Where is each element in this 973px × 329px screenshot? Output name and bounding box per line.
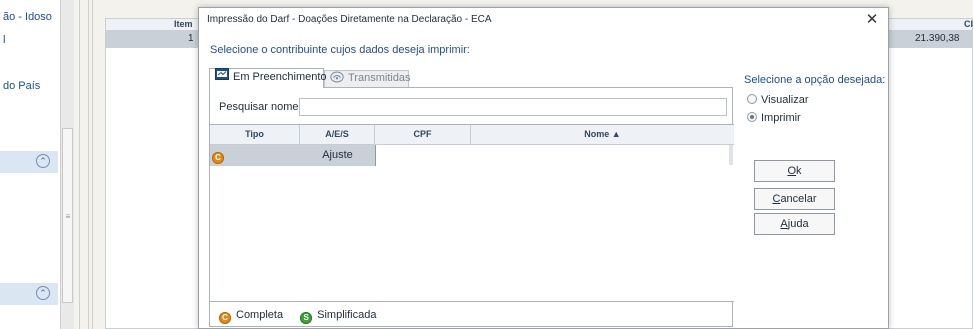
cell-value: 21.390,38 [915, 33, 960, 44]
legend-label: Simplificada [317, 309, 377, 321]
cell-tipo[interactable]: C [210, 145, 300, 166]
radio-button[interactable] [747, 94, 757, 104]
dialog-titlebar[interactable]: Impressão do Darf - Doações Diretamente … [199, 8, 888, 33]
button-label: ancelar [780, 193, 817, 205]
collapse-icon[interactable]: ⌃ [36, 154, 50, 168]
divider [88, 0, 93, 329]
grip-icon: ≡ [65, 212, 71, 221]
help-button[interactable]: Ajuda [754, 213, 835, 235]
completa-icon: C [212, 152, 224, 164]
left-panel-item[interactable]: l [3, 34, 5, 46]
cell-aes[interactable]: Ajuste [300, 145, 375, 166]
search-input[interactable] [299, 98, 727, 116]
tab-em-preenchimento[interactable]: Em Preenchimento [209, 68, 327, 88]
print-darf-dialog: Impressão do Darf - Doações Diretamente … [198, 7, 889, 329]
button-label: k [796, 165, 802, 177]
legend: C Completa S Simplificada [219, 309, 390, 324]
form-icon [215, 68, 229, 81]
close-icon[interactable]: ✕ [862, 10, 882, 30]
scrollbar-thumb[interactable]: ≡ [62, 128, 73, 303]
button-label: juda [787, 218, 809, 230]
column-header-cpf[interactable]: CPF [375, 125, 471, 145]
column-header-tipo[interactable]: Tipo [210, 125, 300, 145]
legend-completa: C Completa [219, 309, 283, 324]
divider [74, 0, 80, 329]
radio-imprimir[interactable]: Imprimir [747, 112, 801, 124]
tab-panel: Pesquisar nome: Tipo A/E/S CPF Nome ▲ C … [209, 87, 734, 327]
tab-label: Em Preenchimento [233, 71, 327, 83]
left-panel-section[interactable]: ⌃ [0, 151, 58, 173]
cell-nome[interactable] [471, 145, 727, 166]
dialog-instruction: Selecione o contribuinte cujos dados des… [210, 44, 470, 56]
legend-label: Completa [236, 309, 284, 321]
left-panel: ão - Idoso l do País ⌃ ⌃ [0, 0, 62, 329]
grid-scrollbar[interactable] [729, 145, 733, 165]
dialog-title: Impressão do Darf - Doações Diretamente … [207, 14, 492, 25]
left-panel-item[interactable]: ão - Idoso [3, 11, 52, 23]
contributors-grid: Tipo A/E/S CPF Nome ▲ C Ajuste [210, 124, 734, 302]
radio-button[interactable] [747, 112, 757, 122]
cell-item: 1 [188, 33, 194, 44]
search-label: Pesquisar nome: [219, 101, 302, 113]
column-header-aes[interactable]: A/E/S [300, 125, 375, 145]
left-panel-item[interactable]: do País [3, 80, 40, 92]
radio-label: Imprimir [761, 112, 801, 124]
transmit-icon [330, 71, 344, 83]
mnemonic: O [787, 165, 797, 177]
mnemonic: A [780, 218, 788, 230]
completa-icon: C [219, 312, 231, 324]
radio-visualizar[interactable]: Visualizar [747, 94, 809, 106]
left-panel-scrollbar[interactable]: ≡ [60, 0, 74, 329]
radio-label: Visualizar [761, 94, 809, 106]
column-header-nome[interactable]: Nome ▲ [471, 125, 734, 145]
left-panel-section[interactable]: ⌃ [0, 283, 58, 305]
cell-cpf[interactable] [375, 145, 471, 166]
simplificada-icon: S [300, 312, 313, 324]
options-label: Selecione a opção desejada: [744, 74, 886, 86]
column-header: Cl [964, 19, 973, 29]
cancel-button[interactable]: Cancelar [754, 188, 835, 210]
collapse-icon[interactable]: ⌃ [36, 286, 50, 300]
tab-label: Transmitidas [348, 72, 411, 84]
legend-simplificada: S Simplificada [300, 309, 376, 324]
column-header-item: Item [174, 19, 193, 29]
ok-button[interactable]: Ok [754, 160, 835, 182]
